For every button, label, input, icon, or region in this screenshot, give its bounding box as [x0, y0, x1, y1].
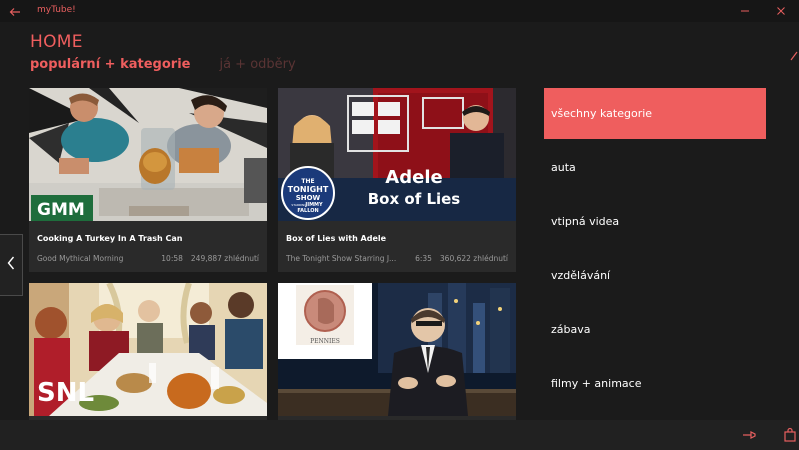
video-card[interactable]: SNL	[29, 283, 267, 420]
category-all[interactable]: všechny kategorie	[544, 88, 766, 139]
thumbnail-text-line: Box of Lies	[368, 190, 461, 208]
title-bar: myTube!	[0, 0, 799, 22]
category-entertainment[interactable]: zábava	[544, 304, 766, 355]
video-channel: Good Mythical Morning	[37, 254, 124, 263]
video-thumbnail[interactable]: GMM	[29, 88, 267, 221]
category-autos[interactable]: auta	[544, 142, 766, 193]
back-arrow-icon[interactable]	[8, 4, 22, 18]
window-controls	[727, 0, 799, 22]
thumbnail-logo-line: SHOW	[296, 194, 321, 202]
video-title[interactable]: Box of Lies with Adele	[286, 234, 386, 243]
pivot-header: populární + kategorie já + odběry	[30, 57, 296, 72]
chevron-left-icon	[6, 255, 16, 275]
video-meta: Good Mythical Morning 10:58 249,887 zhlé…	[37, 254, 259, 263]
video-card[interactable]: PENNIES	[278, 283, 516, 420]
pin-icon[interactable]	[741, 426, 759, 444]
video-thumbnail[interactable]: THE TONIGHT SHOW STARRING JIMMY FALLON A…	[278, 88, 516, 221]
page-title: HOME	[30, 32, 83, 52]
video-channel: The Tonight Show Starring J...	[286, 254, 397, 263]
video-duration: 6:35	[415, 254, 432, 263]
app-window: myTube! HOME populární + kategorie já + …	[0, 0, 799, 450]
app-title: myTube!	[37, 5, 76, 15]
category-comedy[interactable]: vtipná videa	[544, 196, 766, 247]
category-list: všechny kategorie auta vtipná videa vzdě…	[544, 88, 766, 412]
video-thumbnail[interactable]: PENNIES	[278, 283, 516, 416]
shopping-bag-icon[interactable]	[781, 426, 799, 444]
tab-me-subscriptions[interactable]: já + odběry	[219, 57, 295, 72]
previous-page-button[interactable]	[0, 234, 23, 296]
video-views: 360,622 zhlédnutí	[439, 254, 508, 263]
scroll-hint-icon	[789, 48, 799, 64]
thumbnail-logo-line: FALLON	[297, 208, 318, 214]
minimize-icon[interactable]	[727, 0, 763, 22]
video-card[interactable]: GMM Cooking A Turkey In A Trash Can Good…	[29, 88, 267, 272]
video-duration: 10:58	[161, 254, 183, 263]
thumbnail-logo-snl: SNL	[37, 378, 94, 408]
command-bar	[0, 420, 799, 450]
thumbnail-logo-gmm: GMM	[37, 200, 85, 220]
close-icon[interactable]	[763, 0, 799, 22]
video-grid: GMM Cooking A Turkey In A Trash Can Good…	[29, 88, 519, 420]
category-education[interactable]: vzdělávání	[544, 250, 766, 301]
thumbnail-caption-pennies: PENNIES	[310, 338, 340, 345]
video-views: 249,887 zhlédnutí	[190, 254, 259, 263]
video-title[interactable]: Cooking A Turkey In A Trash Can	[37, 234, 182, 243]
video-card[interactable]: THE TONIGHT SHOW STARRING JIMMY FALLON A…	[278, 88, 516, 272]
thumbnail-text-line: Adele	[385, 167, 442, 188]
tab-popular-categories[interactable]: populární + kategorie	[30, 57, 190, 72]
thumbnail-logo-line: TONIGHT	[288, 185, 329, 194]
video-meta: The Tonight Show Starring J... 6:35 360,…	[286, 254, 508, 263]
thumbnail-logo-line: THE	[301, 178, 314, 185]
video-thumbnail[interactable]: SNL	[29, 283, 267, 416]
category-film-animation[interactable]: filmy + animace	[544, 358, 766, 409]
